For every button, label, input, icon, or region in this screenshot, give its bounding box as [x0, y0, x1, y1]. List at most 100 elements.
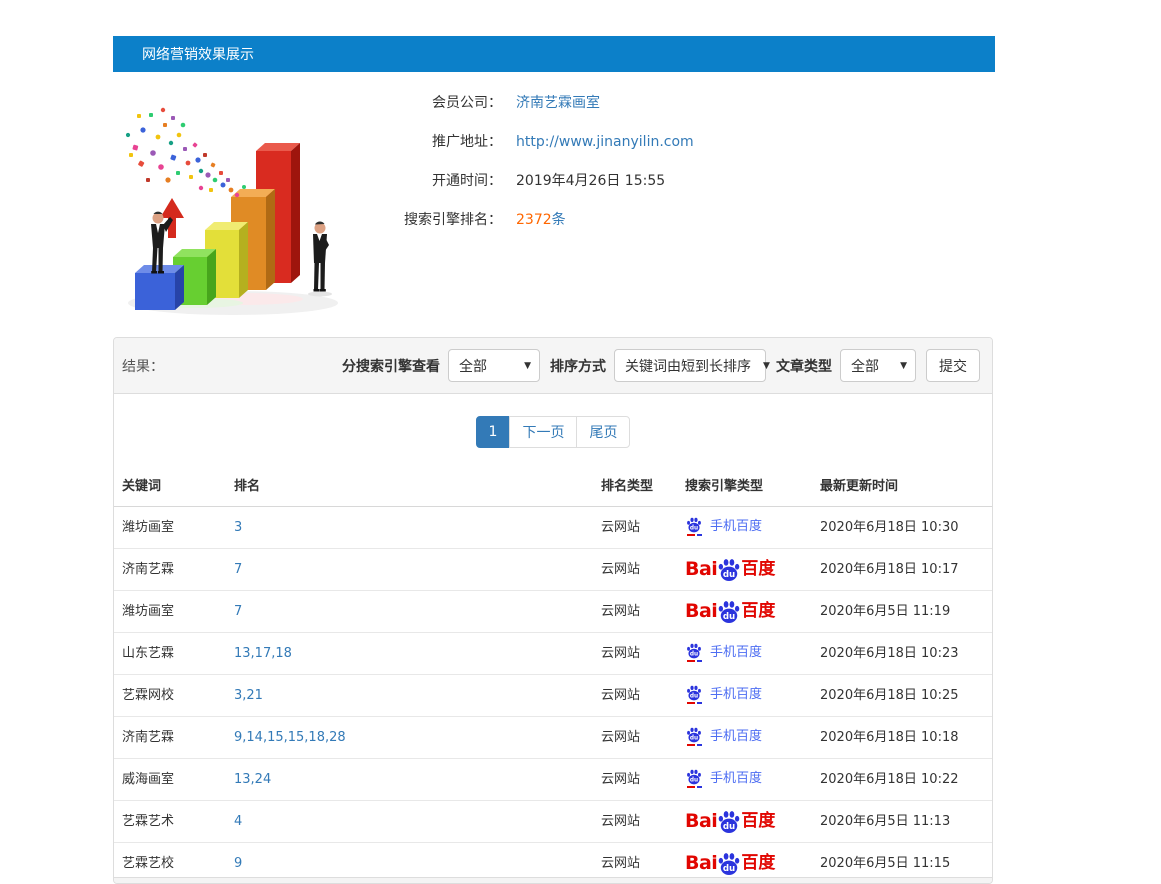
keyword-cell: 山东艺霖 [114, 633, 226, 675]
updated-cell: 2020年6月5日 11:13 [812, 801, 992, 843]
mobile-baidu-logo: du 手机百度 [685, 726, 762, 747]
sort-label: 排序方式 [550, 356, 606, 376]
results-table: 关键词 排名 排名类型 搜索引擎类型 最新更新时间 潍坊画室 3 云网站 [114, 461, 992, 884]
baidu-paw-icon: du [716, 810, 742, 834]
confetti [126, 108, 246, 197]
updated-cell: 2020年6月18日 10:30 [812, 507, 992, 549]
baidu-paw-icon: du [685, 517, 703, 533]
baidu-underline [687, 786, 702, 788]
mobile-baidu-label: 手机百度 [710, 726, 762, 747]
result-label: 结果： [122, 356, 164, 376]
baidu-paw-icon: du [685, 769, 703, 785]
mobile-baidu-logo: du 手机百度 [685, 516, 762, 537]
rank-link[interactable]: 3 [234, 520, 242, 535]
keyword-cell: 潍坊画室 [114, 507, 226, 549]
page-title: 网络营销效果展示 [142, 44, 254, 64]
info-list: 会员公司： 济南艺霖画室 推广地址： http://www.jinanyilin… [390, 85, 694, 323]
svg-text:du: du [723, 822, 735, 832]
rank-link[interactable]: 3,21 [234, 688, 263, 703]
rank-count-suffix: 条 [552, 212, 566, 228]
rank-link[interactable]: 4 [234, 814, 242, 829]
pagination-next[interactable]: 下一页 [509, 416, 577, 448]
header-updated: 最新更新时间 [812, 461, 992, 507]
baidu-logo: Bai du 百度 [685, 852, 775, 874]
rank-link[interactable]: 13,17,18 [234, 646, 292, 661]
panel-footer-cutoff [114, 877, 992, 883]
rank-link[interactable]: 9,14,15,15,18,28 [234, 730, 346, 745]
mobile-baidu-logo: du 手机百度 [685, 642, 762, 663]
updated-cell: 2020年6月5日 11:19 [812, 591, 992, 633]
rank-type-cell: 云网站 [593, 759, 677, 801]
sort-group: 排序方式 关键词由短到长排序 ▼ [550, 349, 766, 382]
updated-cell: 2020年6月18日 10:17 [812, 549, 992, 591]
chevron-down-icon: ▼ [763, 361, 770, 371]
baidu-logo: Bai du 百度 [685, 558, 775, 580]
sort-select[interactable]: 关键词由短到长排序 ▼ [614, 349, 766, 382]
baidu-paw-icon: du [685, 727, 703, 743]
svg-text:du: du [690, 735, 698, 741]
info-row-company: 会员公司： 济南艺霖画室 [390, 93, 694, 114]
baidu-underline [687, 702, 702, 704]
table-row: 济南艺霖 9,14,15,15,18,28 云网站 du [114, 717, 992, 759]
baidu-paw-icon: du [685, 685, 703, 701]
promo-url-link[interactable]: http://www.jinanyilin.com [516, 134, 694, 150]
rank-type-cell: 云网站 [593, 675, 677, 717]
pagination-page-1[interactable]: 1 [476, 416, 511, 448]
main-content: 网络营销效果展示 [113, 36, 995, 884]
rank-link[interactable]: 13,24 [234, 772, 271, 787]
table-row: 艺霖网校 3,21 云网站 du 手机百度 [114, 675, 992, 717]
keyword-cell: 济南艺霖 [114, 717, 226, 759]
rank-count-number: 2372 [516, 212, 552, 228]
article-type-select[interactable]: 全部 ▼ [840, 349, 916, 382]
svg-text:du: du [723, 864, 735, 874]
info-section: 会员公司： 济南艺霖画室 推广地址： http://www.jinanyilin… [113, 85, 995, 323]
rank-link[interactable]: 7 [234, 604, 242, 619]
keyword-cell: 威海画室 [114, 759, 226, 801]
keyword-cell: 济南艺霖 [114, 549, 226, 591]
header-rank: 排名 [226, 461, 593, 507]
svg-text:du: du [723, 570, 735, 580]
mobile-baidu-logo: du 手机百度 [685, 768, 762, 789]
header-keyword: 关键词 [114, 461, 226, 507]
baidu-logo: Bai du 百度 [685, 600, 775, 622]
rank-type-cell: 云网站 [593, 591, 677, 633]
rank-count-label: 搜索引擎排名： [390, 210, 502, 231]
chevron-down-icon: ▼ [524, 361, 531, 371]
baidu-paw-icon: du [716, 852, 742, 876]
engine-filter-select[interactable]: 全部 ▼ [448, 349, 540, 382]
baidu-logo: Bai du 百度 [685, 810, 775, 832]
rank-count-value[interactable]: 2372条 [516, 210, 566, 231]
baidu-underline [687, 660, 702, 662]
rank-type-cell: 云网站 [593, 801, 677, 843]
pagination-last[interactable]: 尾页 [576, 416, 630, 448]
header-engine-type: 搜索引擎类型 [677, 461, 812, 507]
rank-type-cell: 云网站 [593, 633, 677, 675]
rank-link[interactable]: 9 [234, 856, 242, 871]
svg-text:du: du [690, 651, 698, 657]
mobile-baidu-label: 手机百度 [710, 516, 762, 537]
filter-bar: 结果： 分搜索引擎查看 全部 ▼ 排序方式 关键词由短到长排序 ▼ 文章类型 [114, 338, 992, 394]
article-type-label: 文章类型 [776, 356, 832, 376]
open-time-label: 开通时间： [390, 171, 502, 192]
table-row: 威海画室 13,24 云网站 du 手机百度 [114, 759, 992, 801]
table-header-row: 关键词 排名 排名类型 搜索引擎类型 最新更新时间 [114, 461, 992, 507]
keyword-cell: 艺霖网校 [114, 675, 226, 717]
svg-text:du: du [690, 525, 698, 531]
page-header: 网络营销效果展示 [113, 36, 995, 72]
engine-filter-group: 分搜索引擎查看 全部 ▼ [342, 349, 540, 382]
article-type-group: 文章类型 全部 ▼ [776, 349, 916, 382]
table-row: 潍坊画室 3 云网站 du 手机百度 [114, 507, 992, 549]
rank-link[interactable]: 7 [234, 562, 242, 577]
growth-chart-illustration [113, 85, 350, 322]
mobile-baidu-label: 手机百度 [710, 642, 762, 663]
table-row: 艺霖艺术 4 云网站 Bai du 百度 2020年6月5日 [114, 801, 992, 843]
rank-type-cell: 云网站 [593, 549, 677, 591]
company-link[interactable]: 济南艺霖画室 [516, 95, 600, 111]
table-row: 济南艺霖 7 云网站 Bai du 百度 2020年6月18日 [114, 549, 992, 591]
baidu-underline [687, 534, 702, 536]
table-row: 潍坊画室 7 云网站 Bai du 百度 2020年6月5日 [114, 591, 992, 633]
pagination: 1 下一页 尾页 [114, 416, 992, 448]
svg-text:du: du [690, 777, 698, 783]
company-label: 会员公司： [390, 93, 502, 114]
submit-button[interactable]: 提交 [926, 349, 980, 382]
